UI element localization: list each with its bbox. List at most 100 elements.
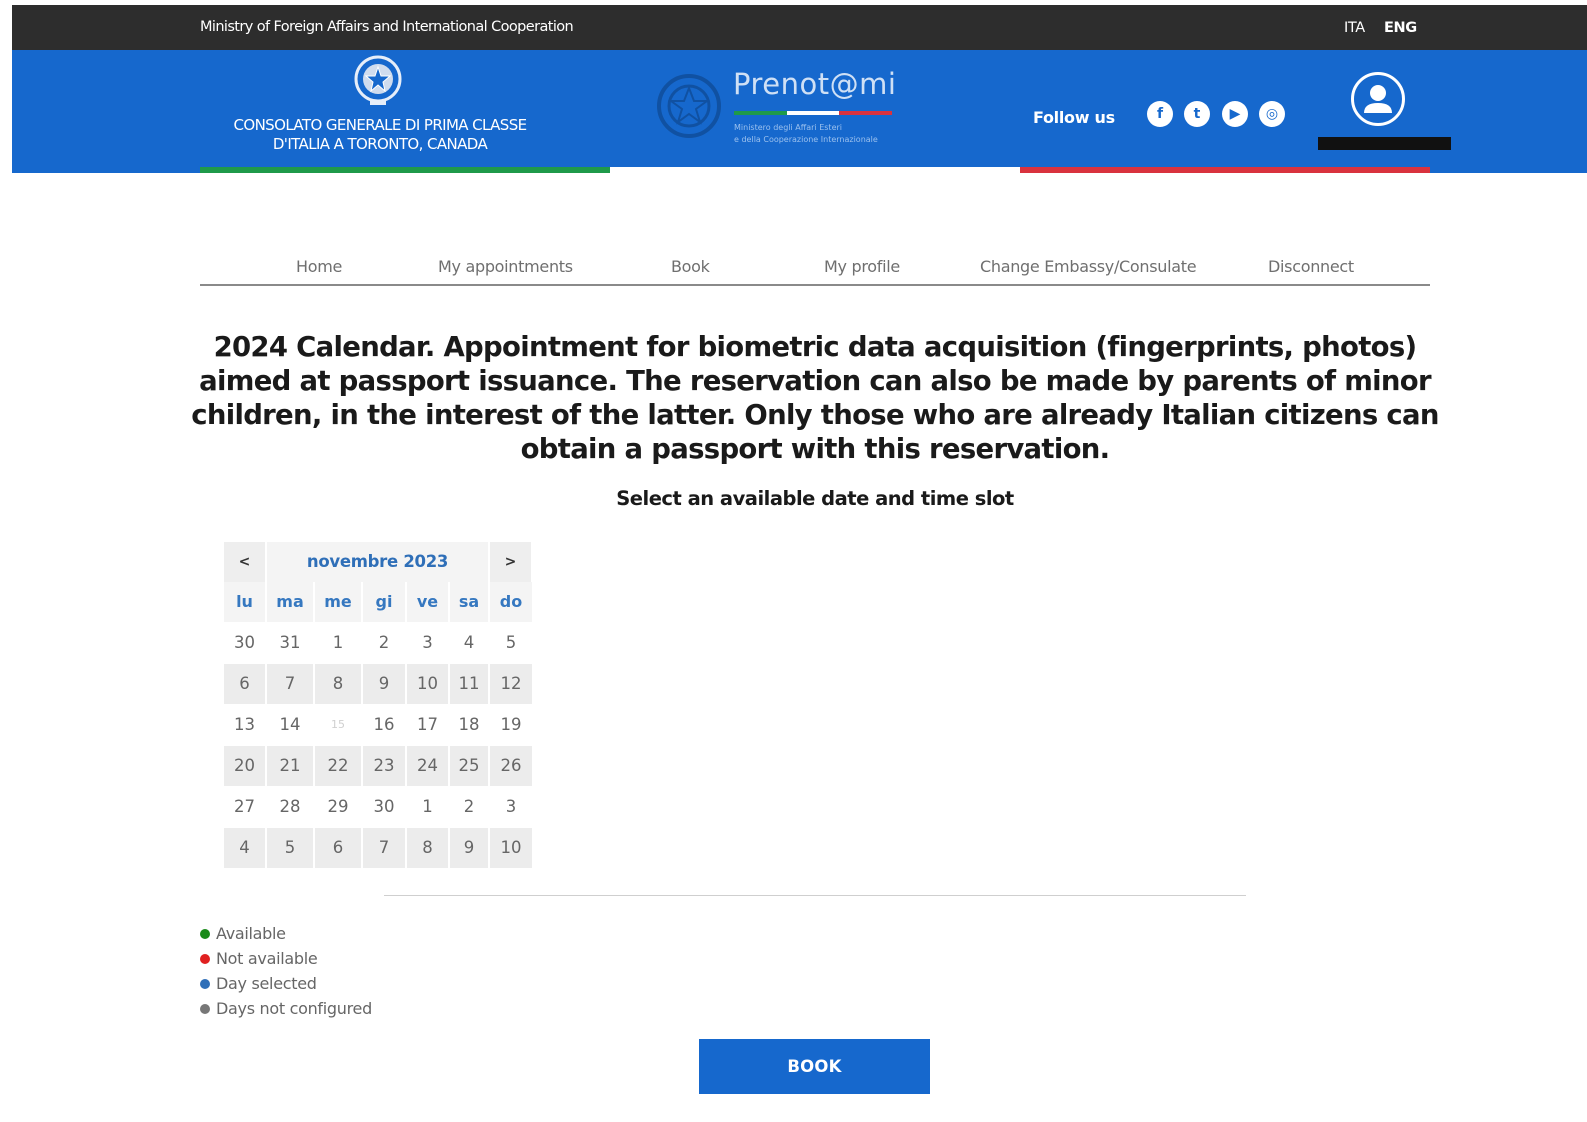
calendar-header: < novembre 2023 >: [224, 542, 532, 582]
nav-home[interactable]: Home: [296, 257, 342, 276]
calendar-day[interactable]: 30: [224, 623, 265, 663]
calendar-day[interactable]: 1: [407, 787, 448, 827]
user-icon: [1364, 85, 1392, 113]
calendar: < novembre 2023 > lu ma me gi ve sa do 3…: [224, 542, 532, 869]
nav-my-appointments[interactable]: My appointments: [438, 257, 573, 276]
calendar-day[interactable]: 28: [267, 787, 313, 827]
calendar-day[interactable]: 10: [490, 828, 532, 868]
calendar-week: 13 14 15 16 17 18 19: [224, 705, 532, 746]
weekday-label: lu: [224, 582, 265, 622]
calendar-day[interactable]: 6: [224, 664, 265, 704]
legend-not-available-label: Not available: [216, 949, 318, 968]
calendar-day[interactable]: 29: [315, 787, 361, 827]
calendar-day[interactable]: 2: [363, 623, 405, 663]
calendar-day[interactable]: 16: [363, 705, 405, 745]
instagram-icon[interactable]: ◎: [1259, 101, 1285, 127]
calendar-day[interactable]: 8: [315, 664, 361, 704]
weekday-label: ve: [407, 582, 448, 622]
nav-book[interactable]: Book: [671, 257, 710, 276]
prenotami-subtitle: Ministero degli Affari Esteri e della Co…: [734, 122, 878, 146]
prenotami-flag: [734, 111, 892, 115]
lang-ita-link[interactable]: ITA: [1344, 20, 1365, 36]
calendar-day[interactable]: 9: [450, 828, 488, 868]
twitter-icon[interactable]: t: [1184, 101, 1210, 127]
green-dot-icon: [200, 929, 210, 939]
nav-change-consulate[interactable]: Change Embassy/Consulate: [980, 257, 1197, 276]
next-month-button[interactable]: >: [490, 542, 531, 582]
calendar-week: 20 21 22 23 24 25 26: [224, 746, 532, 787]
legend-available-label: Available: [216, 924, 286, 943]
main-nav: Home My appointments Book My profile Cha…: [200, 255, 1430, 286]
calendar-day[interactable]: 22: [315, 746, 361, 786]
nav-my-profile[interactable]: My profile: [824, 257, 900, 276]
prev-month-button[interactable]: <: [224, 542, 265, 582]
nav-disconnect[interactable]: Disconnect: [1268, 257, 1354, 276]
calendar-day[interactable]: 7: [363, 828, 405, 868]
calendar-day[interactable]: 3: [407, 623, 448, 663]
gray-dot-icon: [200, 1004, 210, 1014]
divider: [384, 895, 1246, 896]
calendar-day[interactable]: 9: [363, 664, 405, 704]
red-dot-icon: [200, 954, 210, 964]
republic-emblem-icon: [657, 74, 721, 138]
calendar-day[interactable]: 4: [450, 623, 488, 663]
calendar-day[interactable]: 24: [407, 746, 448, 786]
calendar-day[interactable]: 14: [267, 705, 313, 745]
book-button[interactable]: BOOK: [699, 1039, 930, 1094]
facebook-icon[interactable]: f: [1147, 101, 1173, 127]
blue-dot-icon: [200, 979, 210, 989]
calendar-day[interactable]: 7: [267, 664, 313, 704]
user-name-redacted: [1318, 137, 1451, 150]
prenotami-logo[interactable]: Prenot@mi: [733, 67, 896, 101]
weekday-label: me: [315, 582, 361, 622]
legend-not-configured-label: Days not configured: [216, 999, 372, 1018]
calendar-day[interactable]: 10: [407, 664, 448, 704]
calendar-day[interactable]: 4: [224, 828, 265, 868]
calendar-day[interactable]: 1: [315, 623, 361, 663]
header: CONSOLATO GENERALE DI PRIMA CLASSE D'ITA…: [12, 50, 1587, 173]
calendar-day[interactable]: 30: [363, 787, 405, 827]
calendar-day[interactable]: 3: [490, 787, 532, 827]
calendar-day[interactable]: 5: [490, 623, 532, 663]
lang-eng-link[interactable]: ENG: [1384, 20, 1417, 36]
calendar-day[interactable]: 19: [490, 705, 532, 745]
weekday-label: gi: [363, 582, 405, 622]
weekday-row: lu ma me gi ve sa do: [224, 582, 532, 623]
calendar-day[interactable]: 27: [224, 787, 265, 827]
calendar-day[interactable]: 18: [450, 705, 488, 745]
legend-available: Available: [200, 921, 372, 946]
calendar-day[interactable]: 12: [490, 664, 532, 704]
calendar-day[interactable]: 6: [315, 828, 361, 868]
calendar-month-label[interactable]: novembre 2023: [267, 542, 488, 582]
brand-sub-line-2: e della Cooperazione Internazionale: [734, 135, 878, 144]
calendar-day[interactable]: 25: [450, 746, 488, 786]
calendar-day[interactable]: 13: [224, 705, 265, 745]
weekday-label: sa: [450, 582, 488, 622]
page-subtitle: Select an available date and time slot: [616, 487, 1014, 510]
calendar-day[interactable]: 23: [363, 746, 405, 786]
calendar-day-today[interactable]: 15: [315, 705, 361, 745]
youtube-icon[interactable]: ▶: [1222, 101, 1248, 127]
italian-emblem-icon: [354, 55, 402, 105]
calendar-day[interactable]: 31: [267, 623, 313, 663]
legend-day-selected-label: Day selected: [216, 974, 317, 993]
calendar-day[interactable]: 11: [450, 664, 488, 704]
legend-not-configured: Days not configured: [200, 996, 372, 1021]
weekday-label: do: [490, 582, 532, 622]
tricolor-strip: [200, 167, 1430, 173]
ministry-name: Ministry of Foreign Affairs and Internat…: [200, 19, 574, 35]
calendar-day[interactable]: 21: [267, 746, 313, 786]
calendar-day[interactable]: 2: [450, 787, 488, 827]
user-avatar-button[interactable]: [1351, 72, 1405, 126]
calendar-day[interactable]: 26: [490, 746, 532, 786]
calendar-week: 30 31 1 2 3 4 5: [224, 623, 532, 664]
page-title: 2024 Calendar. Appointment for biometric…: [191, 331, 1439, 465]
page: Ministry of Foreign Affairs and Internat…: [12, 5, 1587, 1122]
calendar-legend: Available Not available Day selected Day…: [200, 921, 372, 1021]
weekday-label: ma: [267, 582, 313, 622]
consulate-name[interactable]: CONSOLATO GENERALE DI PRIMA CLASSE D'ITA…: [230, 116, 530, 166]
calendar-day[interactable]: 5: [267, 828, 313, 868]
calendar-day[interactable]: 8: [407, 828, 448, 868]
calendar-day[interactable]: 17: [407, 705, 448, 745]
calendar-day[interactable]: 20: [224, 746, 265, 786]
